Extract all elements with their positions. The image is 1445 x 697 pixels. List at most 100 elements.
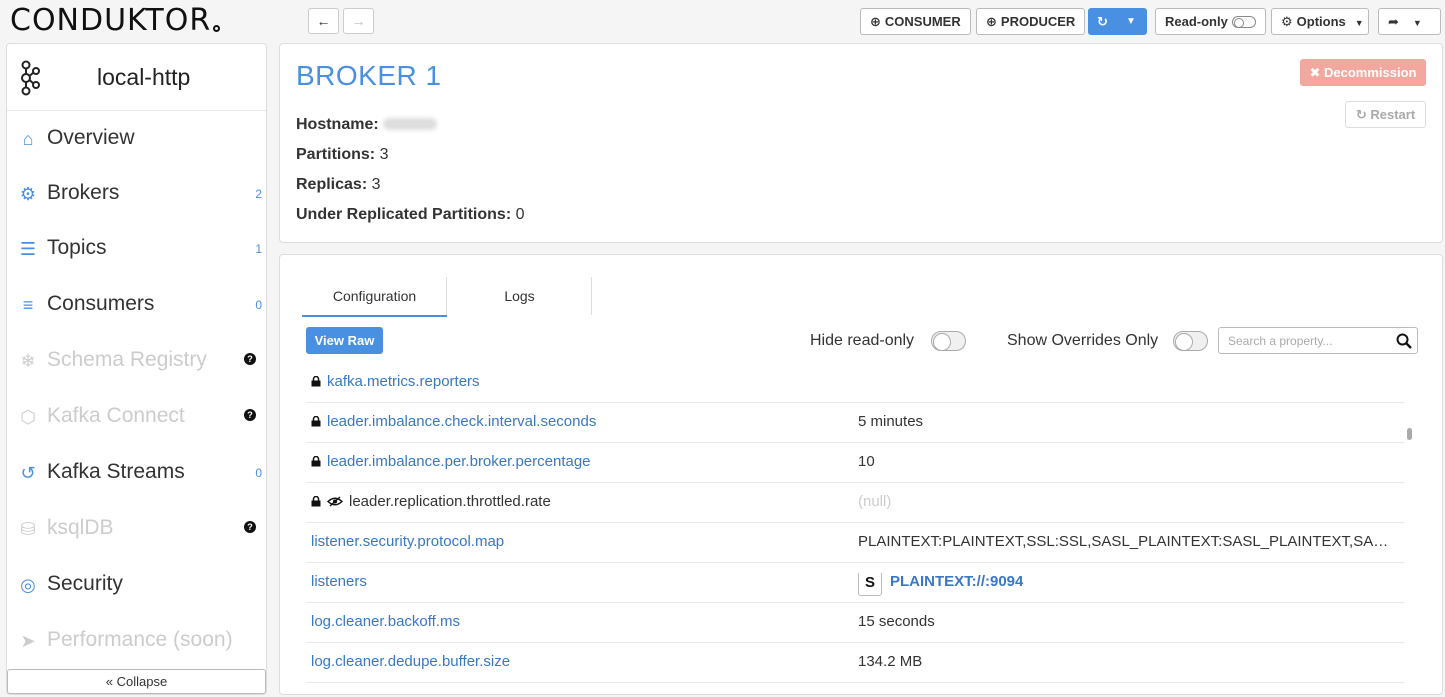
config-key[interactable]: listener.security.protocol.map — [311, 533, 504, 550]
sidebar-item-security[interactable]: ◎ Security — [7, 563, 266, 607]
sidebar-item-ksqldb[interactable]: ⛁ ksqlDB ? — [7, 507, 266, 551]
sliders-icon: ≡ — [22, 295, 34, 315]
refresh-button[interactable]: ↻ ▼ — [1088, 8, 1147, 35]
producer-button[interactable]: ⊕ PRODUCER — [976, 8, 1086, 35]
config-key[interactable]: log.cleaner.backoff.ms — [311, 613, 460, 630]
tab-configuration[interactable]: Configuration — [302, 277, 447, 317]
sidebar-item-count: 1 — [255, 242, 262, 256]
restart-button[interactable]: ↻ Restart — [1345, 101, 1426, 128]
urp-row: Under Replicated Partitions: 0 — [296, 206, 525, 223]
sidebar-item-overview[interactable]: ⌂ Overview — [7, 117, 266, 161]
consumer-button[interactable]: ⊕ CONSUMER — [860, 8, 971, 35]
sidebar-item-count: 2 — [255, 187, 262, 201]
sidebar-item-kafka-connect[interactable]: ⬡ Kafka Connect ? — [7, 395, 266, 439]
logo-dot — [213, 25, 221, 32]
options-dropdown[interactable]: ⚙ Options ▼ — [1271, 8, 1369, 35]
conduktor-logo[interactable]: CONDUKTOR — [10, 3, 221, 38]
property-search[interactable] — [1218, 327, 1418, 354]
cluster-header[interactable]: local-http — [7, 44, 266, 111]
help-icon[interactable]: ? — [244, 409, 256, 421]
config-key[interactable]: leader.imbalance.per.broker.percentage — [311, 453, 591, 470]
lock-icon — [311, 416, 321, 427]
plus-circle-icon: ⊕ — [870, 14, 881, 29]
collapse-button[interactable]: « Collapse — [7, 669, 266, 694]
show-overrides-toggle[interactable] — [1173, 331, 1208, 351]
sidebar-item-topics[interactable]: ☰ Topics 1 — [7, 227, 266, 271]
readonly-switch[interactable] — [1231, 16, 1256, 28]
config-value: (null) — [858, 493, 892, 510]
snowflake-icon: ❄ — [20, 351, 36, 371]
search-icon[interactable] — [1395, 332, 1413, 350]
rocket-icon: ➤ — [20, 631, 36, 651]
back-button[interactable]: ← — [308, 8, 339, 34]
search-input[interactable] — [1219, 328, 1389, 353]
sidebar-item-kafka-streams[interactable]: ↺ Kafka Streams 0 — [7, 451, 266, 495]
caret-down-icon: ▼ — [1354, 18, 1364, 28]
config-value: 10 — [858, 453, 875, 470]
lock-icon — [311, 376, 321, 387]
help-icon[interactable]: ? — [244, 353, 256, 365]
show-overrides-label: Show Overrides Only — [1007, 332, 1159, 349]
plus-circle-icon: ⊕ — [986, 14, 997, 29]
times-circle-icon: ✖ — [1309, 65, 1321, 80]
page-title: BROKER 1 — [296, 60, 442, 91]
config-row[interactable]: log.cleaner.backoff.ms 15 seconds — [306, 603, 1404, 643]
sidebar-item-brokers[interactable]: ⚙ Brokers 2 — [7, 172, 266, 216]
config-row[interactable]: leader.replication.throttled.rate (null) — [306, 483, 1404, 523]
hexagon-icon: ⬡ — [20, 407, 36, 427]
caret-down-icon[interactable]: ▼ — [1126, 8, 1136, 35]
config-row[interactable]: leader.imbalance.per.broker.percentage 1… — [306, 443, 1404, 483]
scrollbar-thumb[interactable] — [1407, 428, 1412, 440]
sidebar-item-schema-registry[interactable]: ❄ Schema Registry ? — [7, 339, 266, 383]
view-raw-button[interactable]: View Raw — [306, 327, 383, 354]
config-key[interactable]: leader.replication.throttled.rate — [311, 493, 551, 510]
config-value: 5 minutes — [858, 413, 924, 430]
sidebar-item-consumers[interactable]: ≡ Consumers 0 — [7, 283, 266, 327]
config-key[interactable]: leader.imbalance.check.interval.seconds — [311, 413, 596, 430]
arrow-right-icon: → — [351, 13, 366, 29]
hide-readonly-label: Hide read-only — [810, 332, 915, 349]
sidebar-item-label: Overview — [47, 126, 135, 149]
home-icon: ⌂ — [22, 129, 34, 149]
config-value: 15 seconds — [858, 613, 935, 630]
tab-logs[interactable]: Logs — [447, 277, 592, 317]
help-icon[interactable]: ? — [244, 521, 256, 533]
sidebar-item-count: 0 — [255, 466, 262, 480]
sign-out-icon: ➦ — [1388, 14, 1399, 29]
refresh-icon: ↻ — [1097, 14, 1108, 29]
config-row[interactable]: listener.security.protocol.map PLAINTEXT… — [306, 523, 1404, 563]
streams-icon: ↺ — [20, 463, 36, 483]
lock-icon — [311, 496, 321, 507]
config-row[interactable]: listeners S PLAINTEXT://:9094 — [306, 563, 1404, 603]
arrow-left-icon: ← — [316, 13, 331, 29]
sidebar-item-label: Security — [47, 572, 123, 595]
logout-dropdown[interactable]: ➦ ▼ — [1378, 8, 1441, 35]
tab-divider — [591, 277, 592, 315]
partitions-row: Partitions: 3 — [296, 146, 389, 163]
config-value: PLAINTEXT:PLAINTEXT,SSL:SSL,SASL_PLAINTE… — [858, 533, 1398, 550]
decommission-button[interactable]: ✖ Decommission — [1300, 59, 1426, 86]
broker-info-card: BROKER 1 Hostname: Partitions: 3 Replica… — [279, 43, 1443, 243]
sidebar: local-http ⌂ Overview ⚙ Brokers 2 ☰ Topi… — [6, 43, 267, 695]
sidebar-item-performance[interactable]: ➤ Performance (soon) — [7, 619, 266, 663]
readonly-toggle[interactable]: Read-only — [1155, 8, 1266, 35]
config-key[interactable]: kafka.metrics.reporters — [311, 373, 480, 390]
refresh-icon: ↻ — [1355, 107, 1367, 122]
caret-down-icon: ▼ — [1412, 18, 1422, 28]
config-row[interactable]: leader.imbalance.check.interval.seconds … — [306, 403, 1404, 443]
server-icon: ☰ — [19, 239, 37, 259]
hostname-value-blurred — [383, 118, 438, 130]
listener-badge: S — [858, 573, 882, 596]
config-key[interactable]: log.cleaner.dedupe.buffer.size — [311, 653, 510, 670]
config-row[interactable]: kafka.metrics.reporters — [306, 363, 1404, 403]
config-value: 134.2 MB — [858, 653, 923, 670]
sidebar-item-label: Kafka Connect — [47, 404, 185, 427]
config-row[interactable]: log.cleaner.dedupe.buffer.size 134.2 MB — [306, 643, 1404, 683]
config-key[interactable]: listeners — [311, 573, 367, 590]
cogs-icon: ⚙ — [19, 184, 37, 204]
replicas-row: Replicas: 3 — [296, 176, 381, 193]
forward-button[interactable]: → — [343, 8, 374, 34]
top-bar: CONDUKTOR ← → ⊕ CONSUMER ⊕ PRODUCER ↻ ▼ Re… — [0, 0, 1445, 42]
sidebar-item-label: Topics — [47, 236, 107, 259]
hide-readonly-toggle[interactable] — [931, 331, 966, 351]
